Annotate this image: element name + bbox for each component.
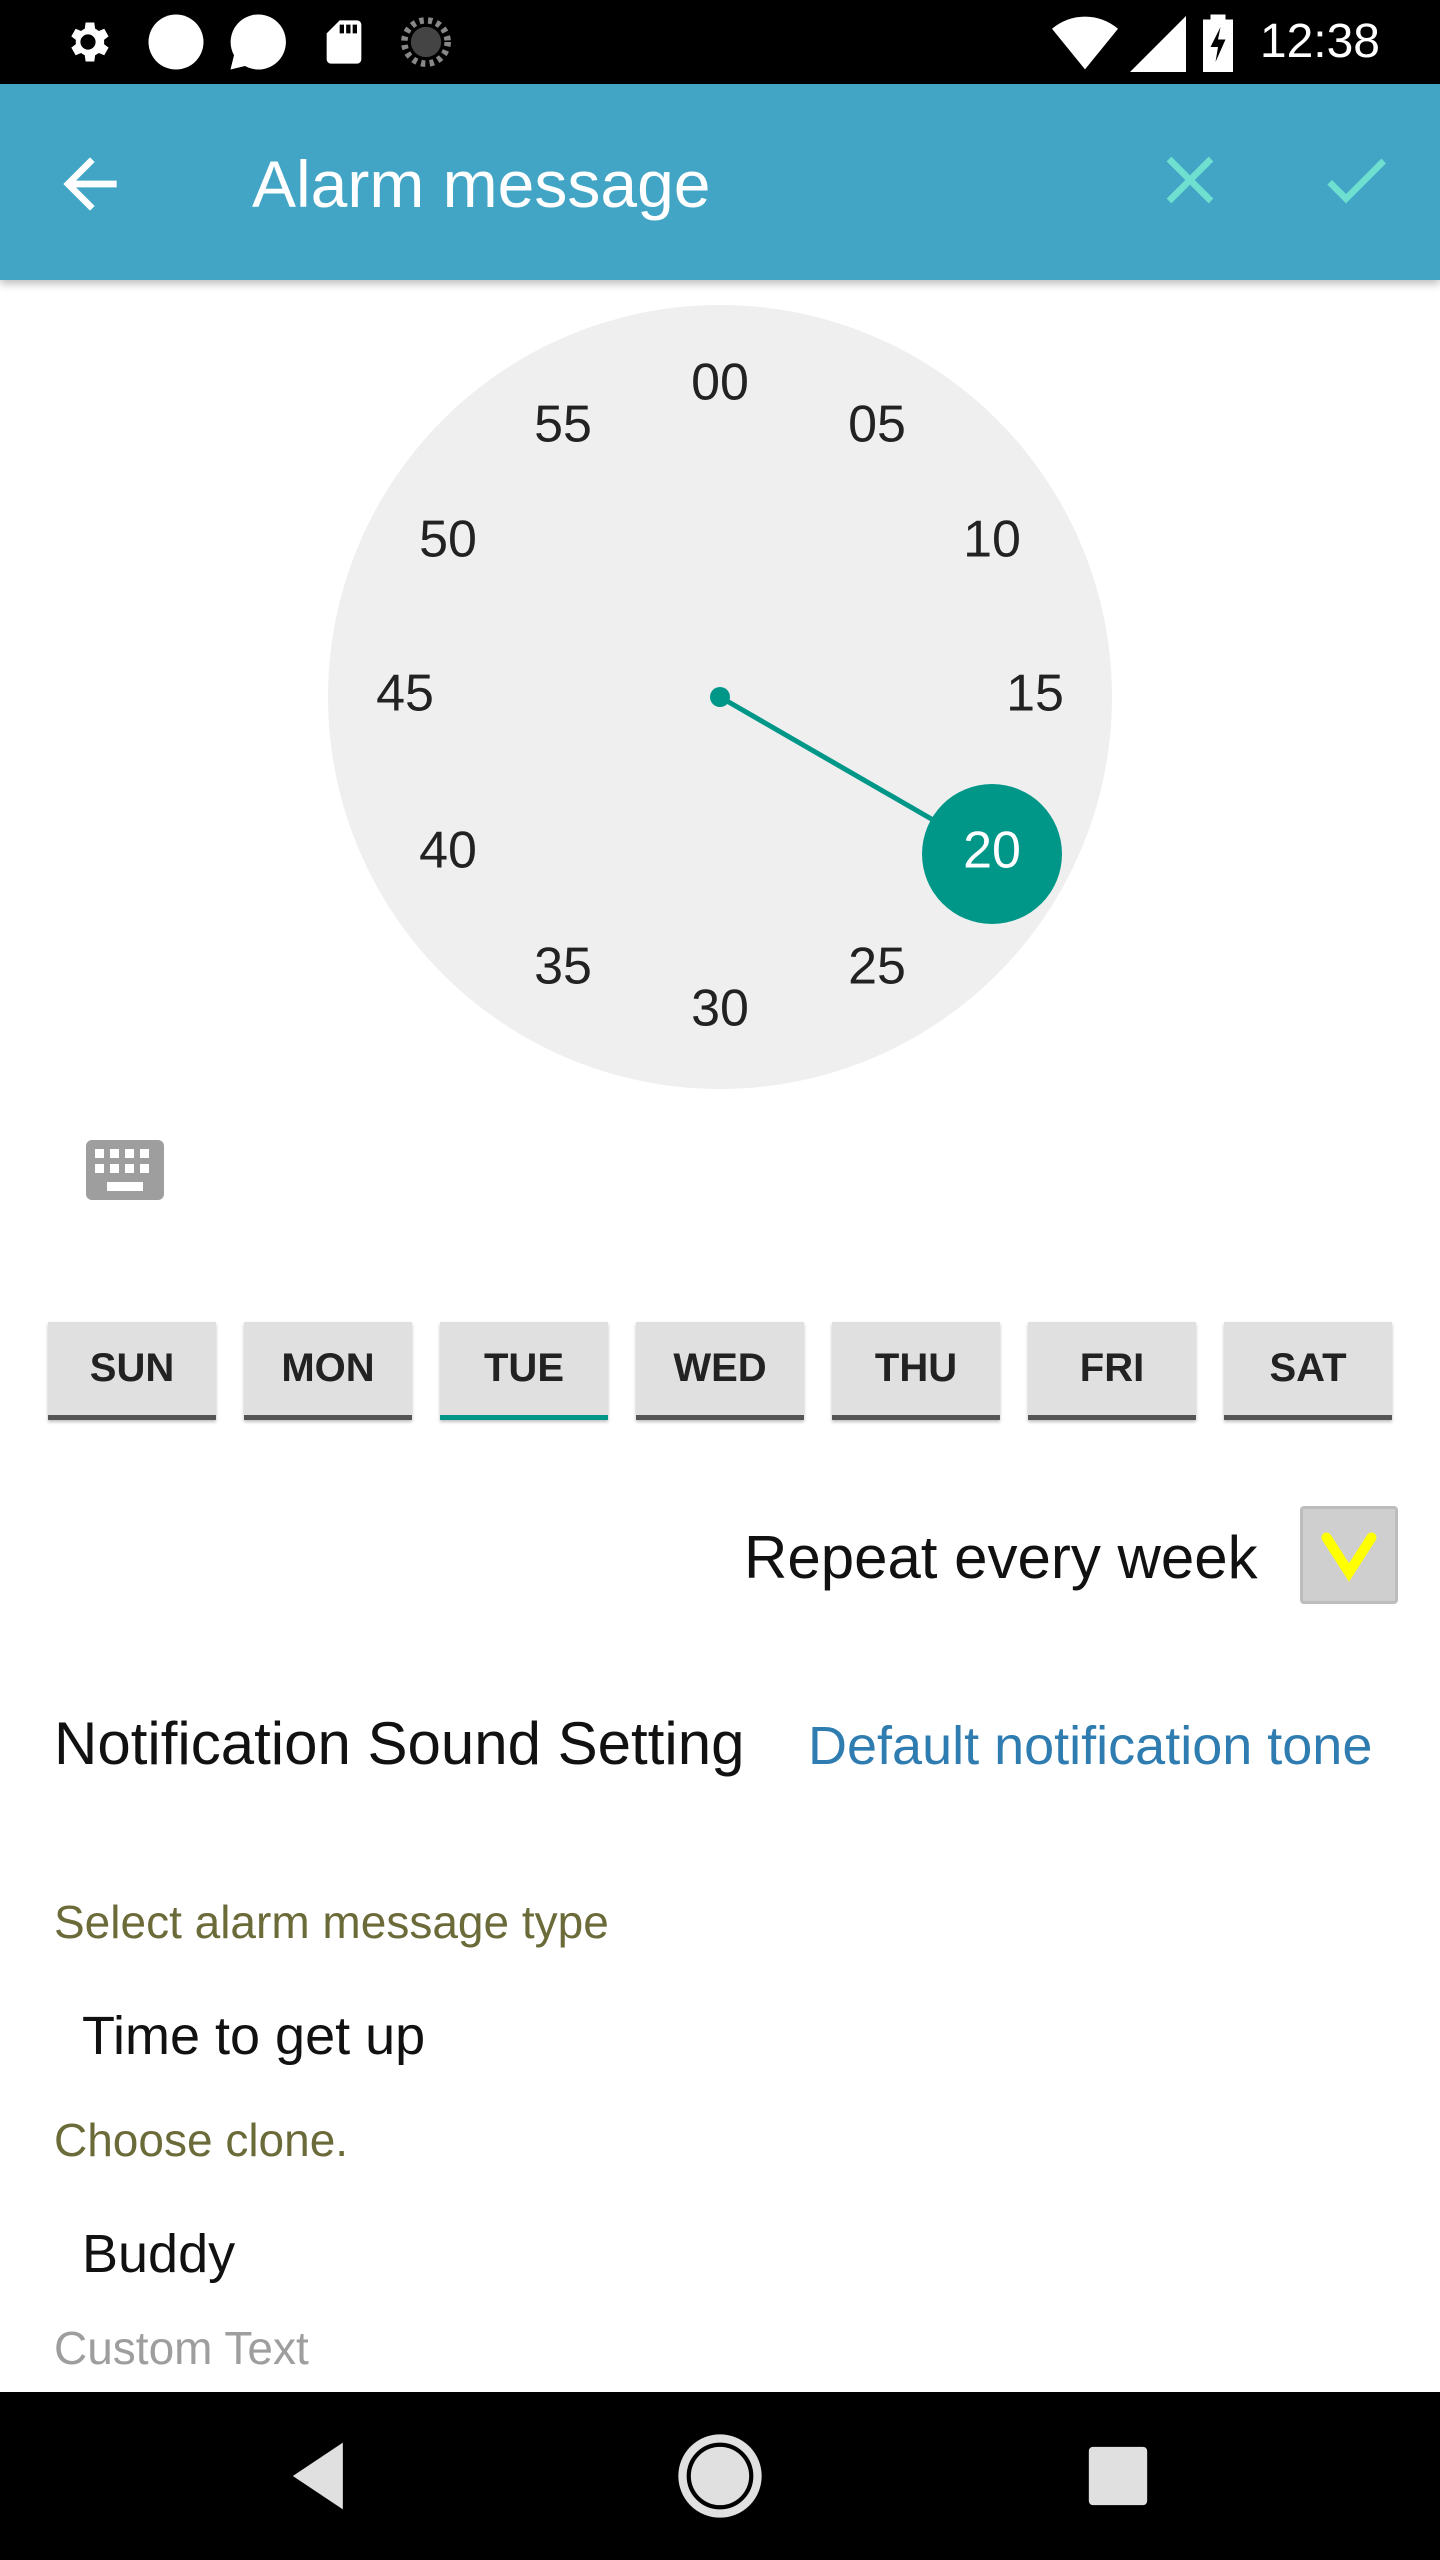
chat-bubble-icon: [230, 14, 286, 70]
repeat-every-week-label: Repeat every week: [744, 1524, 1258, 1591]
clock-label-25[interactable]: 25: [848, 938, 906, 996]
day-button-thu[interactable]: THU: [832, 1322, 1000, 1420]
day-selector: SUN MON TUE WED THU FRI SAT: [48, 1322, 1392, 1422]
repeat-every-week-checkbox[interactable]: [1300, 1506, 1398, 1604]
clock-center-dot: [710, 687, 730, 707]
close-icon[interactable]: [1150, 140, 1230, 220]
loading-icon: [401, 17, 451, 67]
signal-icon: [1130, 16, 1186, 72]
battery-charging-icon: [1203, 14, 1233, 72]
nav-home-icon[interactable]: [670, 2426, 770, 2526]
status-time: 12:38: [1259, 15, 1380, 68]
day-button-wed[interactable]: WED: [636, 1322, 804, 1420]
day-button-mon[interactable]: MON: [244, 1322, 412, 1420]
navigation-bar: [0, 2392, 1440, 2560]
app-bar: Alarm message: [0, 84, 1440, 280]
day-button-sun[interactable]: SUN: [48, 1322, 216, 1420]
clock-label-00[interactable]: 00: [691, 354, 749, 412]
wifi-icon: [1052, 16, 1118, 70]
day-button-sat[interactable]: SAT: [1224, 1322, 1392, 1420]
clock-label-35[interactable]: 35: [534, 938, 592, 996]
message-type-label: Select alarm message type: [54, 1896, 609, 1948]
clock-label-50[interactable]: 50: [419, 511, 477, 569]
circle-icon: [148, 14, 204, 70]
clock-label-30[interactable]: 30: [691, 980, 749, 1038]
clock-label-55[interactable]: 55: [534, 396, 592, 454]
check-icon[interactable]: [1316, 140, 1396, 220]
nav-recents-icon[interactable]: [1068, 2426, 1168, 2526]
clock-label-45[interactable]: 45: [376, 665, 434, 723]
clock-label-40[interactable]: 40: [419, 822, 477, 880]
check-mark-icon: [1321, 1532, 1377, 1582]
minute-clock-dial[interactable]: 00 05 10 15 20 25 30 35 40 45 50 55: [328, 305, 1112, 1089]
keyboard-icon[interactable]: [86, 1140, 164, 1200]
notification-sound-label: Notification Sound Setting: [54, 1710, 745, 1777]
custom-text-input[interactable]: Custom Text: [54, 2318, 309, 2378]
day-button-fri[interactable]: FRI: [1028, 1322, 1196, 1420]
clone-label: Choose clone.: [54, 2114, 349, 2166]
day-button-tue[interactable]: TUE: [440, 1322, 608, 1420]
nav-back-icon[interactable]: [272, 2426, 372, 2526]
sd-card-icon: [326, 20, 362, 64]
status-bar: 12:38: [0, 0, 1440, 84]
arrow-back-icon[interactable]: [50, 144, 130, 224]
clock-label-05[interactable]: 05: [848, 396, 906, 454]
message-type-spinner[interactable]: Time to get up: [82, 2000, 425, 2072]
page-title: Alarm message: [252, 147, 711, 221]
notification-sound-value[interactable]: Default notification tone: [808, 1710, 1372, 1782]
settings-icon: [71, 22, 109, 62]
clone-spinner[interactable]: Buddy: [82, 2218, 235, 2290]
clock-label-15[interactable]: 15: [1006, 665, 1064, 723]
clock-label-10[interactable]: 10: [963, 511, 1021, 569]
clock-label-20[interactable]: 20: [963, 822, 1021, 880]
